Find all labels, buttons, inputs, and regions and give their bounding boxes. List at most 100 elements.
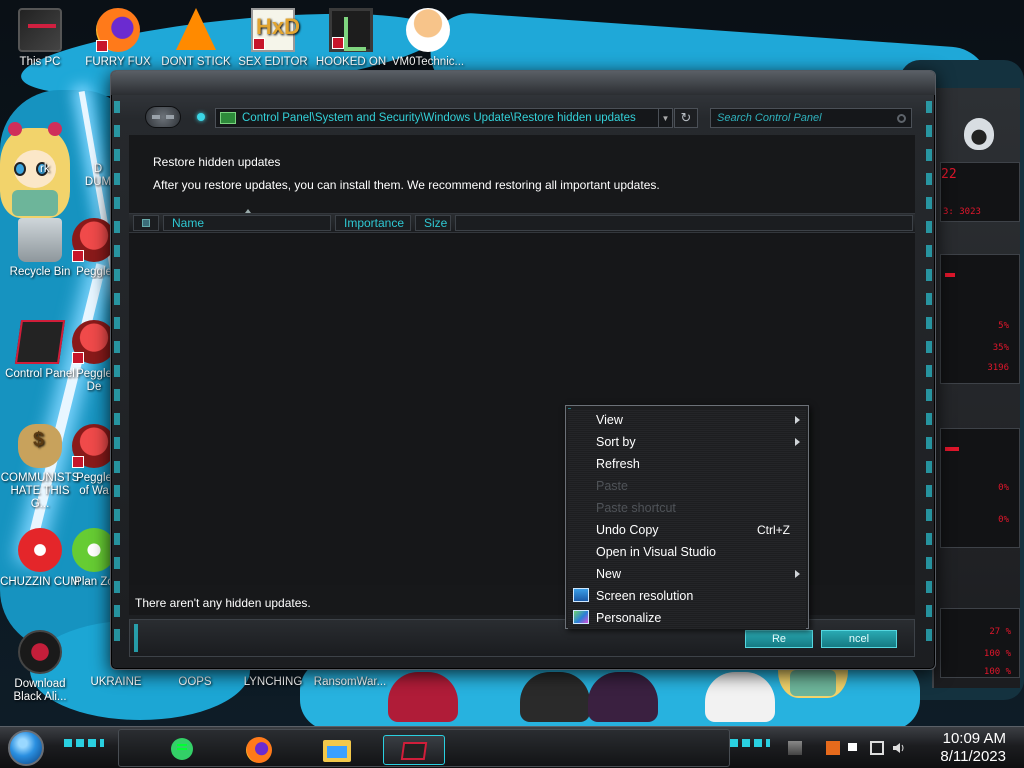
taskbar-dock [118,729,730,767]
desktop-icon-oops[interactable]: OOPS [155,676,235,689]
desktop-icon-recycle-bin[interactable]: Recycle Bin [0,218,80,279]
desktop-icon-label: Recycle Bin [9,266,71,278]
desktop-icon-control-panel[interactable]: Control Panel [0,320,80,381]
desktop-icon-furry-fux[interactable]: FURRY FUX [78,8,158,69]
wallpaper-shoe [520,672,590,722]
submenu-arrow-icon [795,416,800,424]
address-path[interactable]: Control Panel\System and Security\Window… [242,112,658,124]
vlc-icon [174,8,218,52]
menu-item-shortcut: Ctrl+Z [757,523,790,537]
clock-date[interactable]: 8/11/2023 [940,748,1006,765]
column-size[interactable]: Size [415,215,451,231]
taskbar-button-file-explorer[interactable] [319,735,353,765]
refresh-icon: ↻ [680,110,692,125]
cancel-button[interactable]: ncel [821,630,897,648]
select-all-checkbox[interactable] [133,215,159,231]
window-decoration [926,101,932,641]
restore-button[interactable]: Re [745,630,813,648]
window-title-bar[interactable] [111,71,935,95]
desktop-icon-label: Download Black Ali... [13,678,67,703]
search-input[interactable] [710,108,912,128]
chevron-down-icon[interactable]: ▼ [658,109,672,127]
back-forward-button[interactable] [145,106,181,128]
gadget-panel: 5% 35% 3196 [940,254,1020,384]
menu-item-refresh[interactable]: Refresh [568,453,806,475]
menu-item-sort-by[interactable]: Sort by [568,431,806,453]
gadget-readout: 100 % [983,667,1011,677]
gadget-bar [945,447,959,451]
taskbar-button-control-panel[interactable] [383,735,445,765]
system-monitor-gadget: 22 3: 3023 5% 35% 3196 0% 0% 27 % 100 % … [932,88,1020,688]
desktop-icon-sex-editor[interactable]: HxD SEX EDITOR [233,8,313,69]
desktop-icon-label: Plan Zo [74,576,114,588]
desktop-icon-label: Peggle De [76,368,112,393]
desktop-icon-label: OOPS [178,676,212,688]
firefox-icon [246,737,272,763]
desktop-icon-label: UKRAINE [90,676,142,688]
gadget-readout: 27 % [989,627,1011,637]
desktop-icon-this-pc[interactable]: This PC [0,8,80,69]
start-button[interactable] [8,730,44,766]
column-importance[interactable]: Importance [335,215,411,231]
desktop-icon-ukraine[interactable]: UKRAINE [76,676,156,689]
context-menu[interactable]: View Sort by Refresh Paste Paste shortcu… [565,405,809,629]
chuzzle-icon [18,528,62,572]
taskbar: 10:09 AM 8/11/2023 [0,726,1024,768]
menu-item-view[interactable]: View [568,409,806,431]
gadget-bar [945,273,955,277]
spotify-icon [171,738,193,760]
desktop-icon-label: LYNCHING [243,676,303,688]
desktop-icon-communists[interactable]: $ COMMUNISTS HATE THIS G... [0,424,80,511]
desktop-icon-lynching[interactable]: LYNCHING [233,676,313,689]
file-explorer-icon [323,740,351,762]
gadget-readout: 0% [998,483,1009,493]
desktop-icon-label: DONT STICK [161,56,231,68]
submenu-arrow-icon [795,570,800,578]
menu-item-new[interactable]: New [568,563,806,585]
flag-icon[interactable] [848,743,862,751]
show-hidden-icons-icon[interactable] [788,741,802,755]
gadget-readout: 22 [941,167,957,182]
desktop-icon-ransomware[interactable]: RansomWar... [310,676,390,689]
clock-time[interactable]: 10:09 AM [943,730,1006,747]
menu-item-label: Undo Copy [596,523,659,537]
desktop-icon-label: SEX EDITOR [238,56,308,68]
desktop-icon-label: Peggle of Wa [76,472,112,497]
refresh-button[interactable]: ↻ [674,108,698,128]
gadget-readout: 35% [992,343,1009,353]
menu-item-screen-resolution[interactable]: Screen resolution [568,585,806,607]
gadget-panel: 0% 0% [940,428,1020,548]
page-title: Restore hidden updates [153,155,281,169]
gadget-panel: 22 3: 3023 [940,162,1020,222]
search-icon[interactable] [897,114,906,123]
column-name[interactable]: Name [163,215,331,231]
desktop-icon-download-black-ali[interactable]: Download Black Ali... [0,630,80,704]
partial-label: D [93,163,103,175]
control-panel-icon [400,742,428,760]
desktop-icon-label: FURRY FUX [85,56,151,68]
desktop-icon-label: CHUZZIN CUM [0,576,80,588]
control-panel-window[interactable]: Control Panel\System and Security\Window… [110,70,936,670]
menu-item-personalize[interactable]: Personalize [568,607,806,629]
network-icon[interactable] [870,741,884,755]
partial-label: rk [40,163,50,175]
window-decoration [114,101,120,641]
menu-item-undo-copy[interactable]: Undo Copy Ctrl+Z [568,519,806,541]
desktop-icon-hooked-on[interactable]: HOOKED ON [311,8,391,69]
recent-pages-button[interactable] [197,113,205,121]
taskbar-button-spotify[interactable] [163,735,197,765]
app-tray-icon[interactable] [826,741,840,755]
partial-label: DUM [84,176,112,188]
computer-icon [18,8,62,52]
alienware-icon [964,118,994,150]
desktop-icon-vm0technic[interactable]: VM0Technic... [388,8,468,69]
control-panel-icon [14,320,66,364]
address-bar[interactable]: Control Panel\System and Security\Window… [215,108,673,128]
submenu-arrow-icon [795,438,800,446]
taskbar-button-firefox[interactable] [241,735,275,765]
gadget-readout: 5% [998,321,1009,331]
volume-icon[interactable] [892,741,906,755]
desktop-icon-chuzzin-cum[interactable]: CHUZZIN CUM [0,528,80,589]
menu-item-open-in-visual-studio[interactable]: Open in Visual Studio [568,541,806,563]
desktop-icon-dont-stick[interactable]: DONT STICK [156,8,236,69]
